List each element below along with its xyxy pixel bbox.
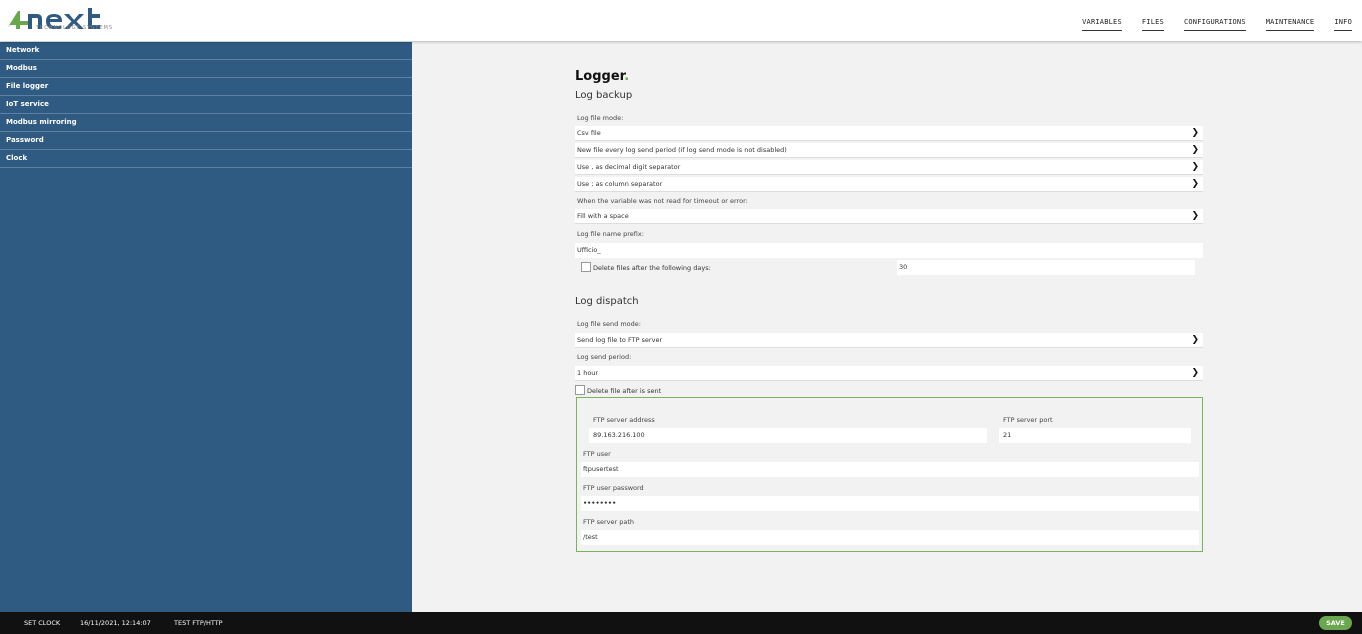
footer-datetime: 16/11/2021, 12:14:07 — [80, 619, 151, 627]
ftp-path-label: FTP server path — [583, 518, 635, 526]
title-dot: . — [624, 69, 630, 84]
chevron-down-icon: ❯ — [1191, 162, 1199, 172]
top-nav: VARIABLES FILES CONFIGURATIONS MAINTENAN… — [1062, 18, 1352, 31]
delete-days-input[interactable]: 30 — [897, 260, 1195, 275]
logo-subtitle: TECHNOLOGY SYSTEMS — [36, 25, 114, 31]
chevron-down-icon: ❯ — [1191, 368, 1199, 378]
ftp-user-input[interactable]: ftpusertest — [581, 462, 1199, 477]
new-file-period-select[interactable]: New file every log send period (if log s… — [575, 143, 1203, 158]
send-mode-label: Log file send mode: — [577, 320, 641, 328]
nav-variables[interactable]: VARIABLES — [1082, 18, 1122, 31]
log-dispatch-title: Log dispatch — [575, 296, 639, 307]
ftp-password-input[interactable]: •••••••• — [581, 496, 1199, 511]
footer-bar: SET CLOCK 16/11/2021, 12:14:07 TEST FTP/… — [0, 612, 1362, 634]
column-separator-select[interactable]: Use ; as column separator ❯ — [575, 177, 1203, 192]
delete-days-label: Delete files after the following days: — [593, 264, 711, 272]
delete-after-sent-label: Delete file after is sent — [587, 387, 662, 395]
nav-configurations[interactable]: CONFIGURATIONS — [1183, 18, 1246, 31]
chevron-down-icon: ❯ — [1191, 145, 1199, 155]
test-ftp-button[interactable]: TEST FTP/HTTP — [174, 619, 223, 627]
sidebar-item-clock[interactable]: Clock — [0, 150, 412, 168]
nav-maintenance[interactable]: MAINTENANCE — [1265, 18, 1315, 31]
chevron-down-icon: ❯ — [1191, 179, 1199, 189]
nav-info[interactable]: INFO — [1334, 18, 1352, 31]
nav-files[interactable]: FILES — [1141, 18, 1164, 31]
sidebar-item-modbus-mirroring[interactable]: Modbus mirroring — [0, 114, 412, 132]
page-title: Logger. — [575, 69, 630, 84]
ftp-password-label: FTP user password — [583, 484, 644, 492]
sidebar-item-password[interactable]: Password — [0, 132, 412, 150]
prefix-label: Log file name prefix: — [577, 230, 644, 238]
sidebar: Network Modbus File logger IoT service M… — [0, 42, 412, 612]
fill-mode-select[interactable]: Fill with a space ❯ — [575, 209, 1203, 224]
sidebar-item-iot-service[interactable]: IoT service — [0, 96, 412, 114]
ftp-user-label: FTP user — [583, 450, 611, 458]
set-clock-button[interactable]: SET CLOCK — [24, 619, 60, 627]
not-read-label: When the variable was not read for timeo… — [577, 197, 748, 205]
save-button[interactable]: SAVE — [1319, 616, 1352, 630]
header: TECHNOLOGY SYSTEMS VARIABLES FILES CONFI… — [0, 0, 1362, 41]
sidebar-item-modbus[interactable]: Modbus — [0, 60, 412, 78]
send-period-select[interactable]: 1 hour ❯ — [575, 366, 1203, 381]
delete-days-checkbox[interactable] — [581, 262, 591, 272]
log-file-mode-select[interactable]: Csv file ❯ — [575, 126, 1203, 141]
chevron-down-icon: ❯ — [1191, 211, 1199, 221]
ftp-port-label: FTP server port — [1003, 416, 1053, 424]
delete-after-sent-checkbox[interactable] — [575, 385, 585, 395]
log-backup-title: Log backup — [575, 90, 633, 101]
prefix-input[interactable]: Ufficio_ — [575, 243, 1203, 258]
chevron-down-icon: ❯ — [1191, 335, 1199, 345]
ftp-address-input[interactable]: 89.163.216.100 — [589, 428, 987, 443]
ftp-settings-box: FTP server address 89.163.216.100 FTP se… — [576, 397, 1203, 552]
ftp-port-input[interactable]: 21 — [999, 428, 1191, 443]
ftp-path-input[interactable]: /test — [581, 530, 1199, 545]
sidebar-item-file-logger[interactable]: File logger — [0, 78, 412, 96]
log-file-mode-label: Log file mode: — [577, 114, 624, 122]
ftp-address-label: FTP server address — [593, 416, 655, 424]
decimal-separator-select[interactable]: Use , as decimal digit separator ❯ — [575, 160, 1203, 175]
sidebar-item-network[interactable]: Network — [0, 42, 412, 60]
send-mode-select[interactable]: Send log file to FTP server ❯ — [575, 333, 1203, 348]
chevron-down-icon: ❯ — [1191, 128, 1199, 138]
send-period-label: Log send period: — [577, 353, 632, 361]
main-panel: Logger. Log backup Log file mode: Csv fi… — [412, 42, 1362, 612]
